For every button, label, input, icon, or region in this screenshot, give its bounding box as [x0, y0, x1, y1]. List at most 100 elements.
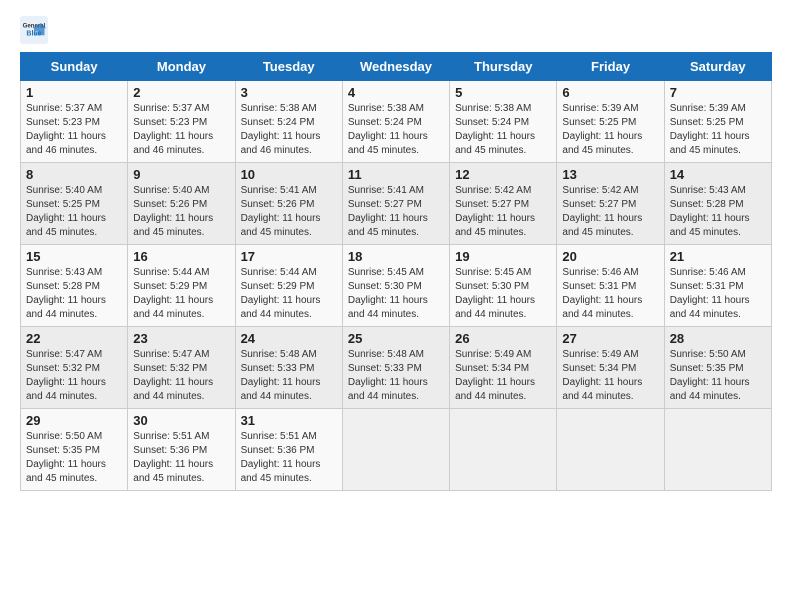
- day-info: Sunrise: 5:37 AMSunset: 5:23 PMDaylight:…: [133, 102, 229, 158]
- col-header-wednesday: Wednesday: [342, 53, 449, 81]
- day-info: Sunrise: 5:41 AMSunset: 5:26 PMDaylight:…: [241, 184, 337, 240]
- day-cell: 22 Sunrise: 5:47 AMSunset: 5:32 PMDayligh…: [21, 327, 128, 409]
- col-header-monday: Monday: [128, 53, 235, 81]
- day-number: 7: [670, 85, 766, 100]
- day-number: 29: [26, 413, 122, 428]
- week-row-4: 22 Sunrise: 5:47 AMSunset: 5:32 PMDayligh…: [21, 327, 772, 409]
- day-number: 22: [26, 331, 122, 346]
- day-number: 15: [26, 249, 122, 264]
- day-number: 24: [241, 331, 337, 346]
- logo-icon: General Blue: [20, 16, 48, 44]
- day-number: 3: [241, 85, 337, 100]
- day-info: Sunrise: 5:37 AMSunset: 5:23 PMDaylight:…: [26, 102, 122, 158]
- day-number: 2: [133, 85, 229, 100]
- week-row-5: 29 Sunrise: 5:50 AMSunset: 5:35 PMDayligh…: [21, 409, 772, 491]
- col-header-sunday: Sunday: [21, 53, 128, 81]
- day-number: 5: [455, 85, 551, 100]
- day-info: Sunrise: 5:43 AMSunset: 5:28 PMDaylight:…: [670, 184, 766, 240]
- day-info: Sunrise: 5:50 AMSunset: 5:35 PMDaylight:…: [26, 430, 122, 486]
- col-header-saturday: Saturday: [664, 53, 771, 81]
- day-number: 25: [348, 331, 444, 346]
- day-cell: 26 Sunrise: 5:49 AMSunset: 5:34 PMDayligh…: [450, 327, 557, 409]
- day-cell: 5 Sunrise: 5:38 AMSunset: 5:24 PMDaylight…: [450, 81, 557, 163]
- day-number: 20: [562, 249, 658, 264]
- day-cell: 19 Sunrise: 5:45 AMSunset: 5:30 PMDayligh…: [450, 245, 557, 327]
- day-cell: 11Sunrise: 5:41 AMSunset: 5:27 PMDayligh…: [342, 163, 449, 245]
- day-cell: 6Sunrise: 5:39 AMSunset: 5:25 PMDaylight…: [557, 81, 664, 163]
- day-cell: 10Sunrise: 5:41 AMSunset: 5:26 PMDayligh…: [235, 163, 342, 245]
- day-cell: 27 Sunrise: 5:49 AMSunset: 5:34 PMDayligh…: [557, 327, 664, 409]
- day-cell: 18 Sunrise: 5:45 AMSunset: 5:30 PMDayligh…: [342, 245, 449, 327]
- day-cell: [557, 409, 664, 491]
- logo: General Blue: [20, 16, 52, 44]
- day-info: Sunrise: 5:44 AMSunset: 5:29 PMDaylight:…: [241, 266, 337, 322]
- day-cell: 21Sunrise: 5:46 AMSunset: 5:31 PMDayligh…: [664, 245, 771, 327]
- day-info: Sunrise: 5:42 AMSunset: 5:27 PMDaylight:…: [455, 184, 551, 240]
- day-info: Sunrise: 5:40 AMSunset: 5:25 PMDaylight:…: [26, 184, 122, 240]
- day-cell: 1 Sunrise: 5:37 AMSunset: 5:23 PMDaylight…: [21, 81, 128, 163]
- day-info: Sunrise: 5:38 AMSunset: 5:24 PMDaylight:…: [241, 102, 337, 158]
- day-cell: 17 Sunrise: 5:44 AMSunset: 5:29 PMDayligh…: [235, 245, 342, 327]
- header: General Blue: [20, 16, 772, 44]
- day-number: 4: [348, 85, 444, 100]
- day-cell: 12Sunrise: 5:42 AMSunset: 5:27 PMDayligh…: [450, 163, 557, 245]
- day-number: 26: [455, 331, 551, 346]
- day-info: Sunrise: 5:51 AMSunset: 5:36 PMDaylight:…: [241, 430, 337, 486]
- day-info: Sunrise: 5:45 AMSunset: 5:30 PMDaylight:…: [348, 266, 444, 322]
- day-info: Sunrise: 5:51 AMSunset: 5:36 PMDaylight:…: [133, 430, 229, 486]
- day-cell: 2 Sunrise: 5:37 AMSunset: 5:23 PMDaylight…: [128, 81, 235, 163]
- day-cell: 30 Sunrise: 5:51 AMSunset: 5:36 PMDayligh…: [128, 409, 235, 491]
- day-number: 17: [241, 249, 337, 264]
- day-number: 9: [133, 167, 229, 182]
- day-cell: 13 Sunrise: 5:42 AMSunset: 5:27 PMDayligh…: [557, 163, 664, 245]
- day-cell: [342, 409, 449, 491]
- day-cell: 28 Sunrise: 5:50 AMSunset: 5:35 PMDayligh…: [664, 327, 771, 409]
- day-cell: 29 Sunrise: 5:50 AMSunset: 5:35 PMDayligh…: [21, 409, 128, 491]
- day-info: Sunrise: 5:50 AMSunset: 5:35 PMDaylight:…: [670, 348, 766, 404]
- day-cell: 23Sunrise: 5:47 AMSunset: 5:32 PMDayligh…: [128, 327, 235, 409]
- day-cell: 20 Sunrise: 5:46 AMSunset: 5:31 PMDayligh…: [557, 245, 664, 327]
- day-number: 28: [670, 331, 766, 346]
- day-info: Sunrise: 5:38 AMSunset: 5:24 PMDaylight:…: [348, 102, 444, 158]
- day-cell: 16Sunrise: 5:44 AMSunset: 5:29 PMDayligh…: [128, 245, 235, 327]
- day-info: Sunrise: 5:49 AMSunset: 5:34 PMDaylight:…: [455, 348, 551, 404]
- day-info: Sunrise: 5:49 AMSunset: 5:34 PMDaylight:…: [562, 348, 658, 404]
- week-row-1: 1 Sunrise: 5:37 AMSunset: 5:23 PMDaylight…: [21, 81, 772, 163]
- calendar-page: General Blue SundayMondayTuesdayWednesda…: [0, 0, 792, 501]
- col-header-friday: Friday: [557, 53, 664, 81]
- day-info: Sunrise: 5:45 AMSunset: 5:30 PMDaylight:…: [455, 266, 551, 322]
- day-info: Sunrise: 5:42 AMSunset: 5:27 PMDaylight:…: [562, 184, 658, 240]
- day-cell: [450, 409, 557, 491]
- day-cell: 25 Sunrise: 5:48 AMSunset: 5:33 PMDayligh…: [342, 327, 449, 409]
- day-number: 19: [455, 249, 551, 264]
- day-info: Sunrise: 5:38 AMSunset: 5:24 PMDaylight:…: [455, 102, 551, 158]
- day-number: 30: [133, 413, 229, 428]
- day-number: 18: [348, 249, 444, 264]
- day-info: Sunrise: 5:46 AMSunset: 5:31 PMDaylight:…: [562, 266, 658, 322]
- day-number: 13: [562, 167, 658, 182]
- day-cell: 3 Sunrise: 5:38 AMSunset: 5:24 PMDaylight…: [235, 81, 342, 163]
- day-info: Sunrise: 5:43 AMSunset: 5:28 PMDaylight:…: [26, 266, 122, 322]
- day-info: Sunrise: 5:40 AMSunset: 5:26 PMDaylight:…: [133, 184, 229, 240]
- day-number: 23: [133, 331, 229, 346]
- day-info: Sunrise: 5:39 AMSunset: 5:25 PMDaylight:…: [562, 102, 658, 158]
- day-number: 21: [670, 249, 766, 264]
- day-cell: 4 Sunrise: 5:38 AMSunset: 5:24 PMDaylight…: [342, 81, 449, 163]
- day-cell: 15 Sunrise: 5:43 AMSunset: 5:28 PMDayligh…: [21, 245, 128, 327]
- col-header-tuesday: Tuesday: [235, 53, 342, 81]
- day-cell: 7Sunrise: 5:39 AMSunset: 5:25 PMDaylight…: [664, 81, 771, 163]
- day-number: 27: [562, 331, 658, 346]
- day-number: 14: [670, 167, 766, 182]
- week-row-2: 8 Sunrise: 5:40 AMSunset: 5:25 PMDaylight…: [21, 163, 772, 245]
- day-info: Sunrise: 5:44 AMSunset: 5:29 PMDaylight:…: [133, 266, 229, 322]
- day-number: 31: [241, 413, 337, 428]
- day-info: Sunrise: 5:41 AMSunset: 5:27 PMDaylight:…: [348, 184, 444, 240]
- day-info: Sunrise: 5:47 AMSunset: 5:32 PMDaylight:…: [26, 348, 122, 404]
- day-cell: 14 Sunrise: 5:43 AMSunset: 5:28 PMDayligh…: [664, 163, 771, 245]
- calendar-table: SundayMondayTuesdayWednesdayThursdayFrid…: [20, 52, 772, 491]
- day-info: Sunrise: 5:48 AMSunset: 5:33 PMDaylight:…: [241, 348, 337, 404]
- day-cell: 31 Sunrise: 5:51 AMSunset: 5:36 PMDayligh…: [235, 409, 342, 491]
- day-number: 8: [26, 167, 122, 182]
- day-info: Sunrise: 5:48 AMSunset: 5:33 PMDaylight:…: [348, 348, 444, 404]
- day-number: 1: [26, 85, 122, 100]
